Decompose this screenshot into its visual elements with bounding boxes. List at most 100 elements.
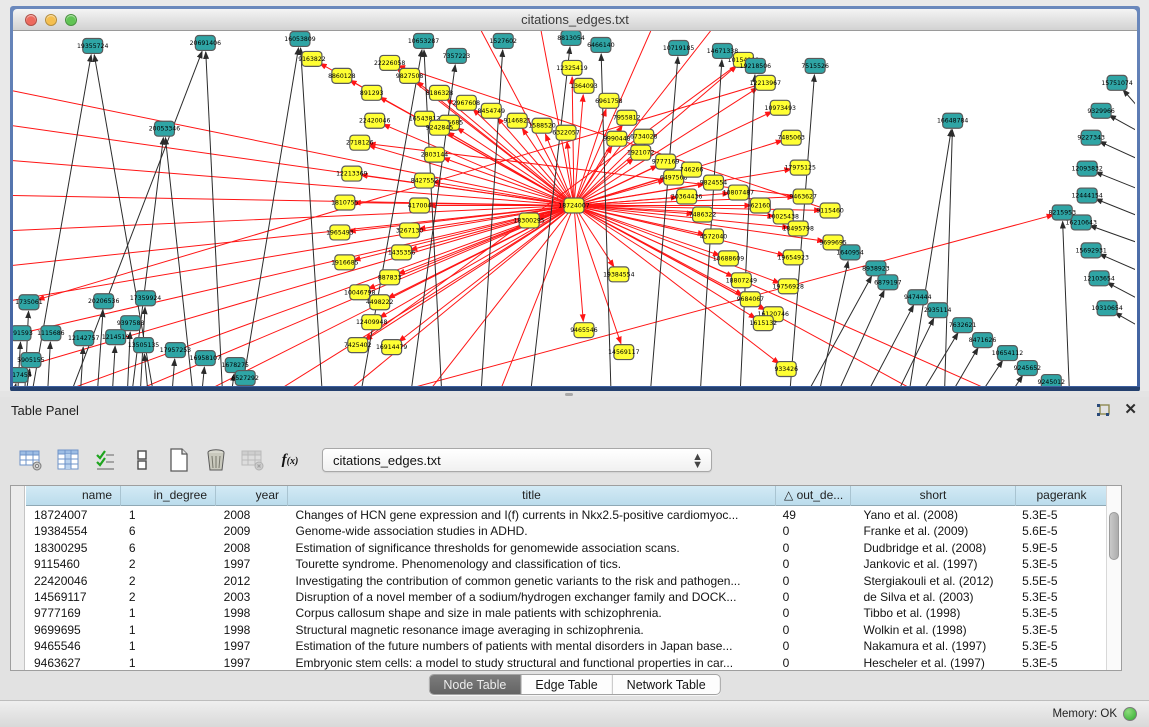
network-node[interactable]: 12444154	[1071, 188, 1102, 203]
network-node[interactable]: 1364093	[570, 78, 598, 93]
network-node[interactable]: 1640954	[836, 245, 864, 260]
column-header-name[interactable]: name	[26, 486, 121, 506]
network-node[interactable]: 12409948	[356, 315, 387, 330]
network-node[interactable]: 12142757	[68, 331, 99, 346]
network-node[interactable]: 887833	[378, 270, 402, 285]
network-node[interactable]: 16053809	[284, 31, 315, 46]
network-node[interactable]: 20206536	[88, 294, 119, 309]
network-node[interactable]: 10654112	[992, 346, 1023, 361]
network-node[interactable]: 6879197	[874, 275, 902, 290]
network-node[interactable]: 1965493	[326, 225, 354, 240]
network-node[interactable]: 17975125	[784, 160, 815, 175]
function-builder-button[interactable]: f(x)	[275, 445, 305, 475]
network-node[interactable]: 2718126	[346, 135, 374, 150]
table-select-dropdown[interactable]: citations_edges.txt ▲▼	[322, 448, 712, 472]
network-node[interactable]: 1916685	[331, 255, 359, 270]
network-node[interactable]: 17957253	[160, 343, 191, 358]
network-node[interactable]: 8417455	[13, 368, 32, 383]
network-node[interactable]: 9824554	[700, 175, 728, 190]
network-node[interactable]: 9777169	[652, 154, 680, 169]
network-node[interactable]: 7515526	[801, 58, 829, 73]
network-node[interactable]: 22226058	[374, 55, 405, 70]
column-header-title[interactable]: title	[288, 486, 776, 506]
network-node[interactable]: 7425402	[344, 338, 372, 353]
network-node[interactable]: 12093832	[1071, 161, 1102, 176]
row-mode-button[interactable]	[127, 445, 157, 475]
network-node[interactable]: 746266	[680, 162, 704, 177]
table-row[interactable]: 946554611997Estimation of the future num…	[26, 638, 1106, 654]
network-node[interactable]: 15751074	[1101, 75, 1132, 90]
network-node[interactable]: 8471626	[969, 333, 997, 348]
table-row[interactable]: 1938455462009Genome-wide association stu…	[26, 523, 1106, 539]
network-node[interactable]: 391593	[13, 326, 33, 341]
network-node[interactable]: 12103654	[1083, 271, 1114, 286]
network-node[interactable]: 7955812	[613, 110, 641, 125]
network-node[interactable]: 9827508	[396, 68, 424, 83]
network-node[interactable]: 9329966	[1087, 103, 1115, 118]
network-node[interactable]: 14569117	[608, 345, 639, 360]
network-node[interactable]: 9463627	[789, 189, 817, 204]
table-row[interactable]: 977716911998Corpus callosum shape and si…	[26, 605, 1106, 621]
network-node[interactable]: 9163822	[298, 51, 326, 66]
network-node[interactable]: 19355724	[77, 38, 108, 53]
network-node[interactable]: 8186328	[426, 85, 454, 100]
tab-network-table[interactable]: Network Table	[612, 675, 720, 694]
network-node[interactable]: 9245012	[1038, 375, 1066, 386]
column-header-in_degree[interactable]: in_degree	[121, 486, 216, 506]
network-canvas[interactable]: 1872400718300295193845549163822886012889…	[13, 31, 1137, 386]
tab-node-table[interactable]: Node Table	[429, 675, 520, 694]
network-node[interactable]: 8860128	[328, 68, 356, 83]
column-header-short[interactable]: short	[851, 486, 1016, 506]
network-node[interactable]: 9990448	[603, 131, 631, 146]
network-node[interactable]: 12213369	[336, 166, 367, 181]
network-node[interactable]: 8215953	[1049, 205, 1077, 220]
network-node[interactable]: 16914479	[376, 340, 407, 355]
network-node[interactable]: 6527292	[231, 371, 259, 386]
network-node[interactable]: 8938923	[862, 261, 890, 276]
network-node[interactable]: 10719185	[663, 40, 694, 55]
delete-table-button[interactable]	[238, 445, 268, 475]
network-node[interactable]: 9146821	[503, 113, 531, 128]
memory-status-indicator[interactable]	[1123, 707, 1137, 721]
network-node[interactable]: 6322057	[552, 125, 580, 140]
network-node[interactable]: 6961758	[595, 93, 623, 108]
network-node[interactable]: 1735061	[15, 295, 43, 310]
network-node[interactable]: 5905155	[17, 353, 45, 368]
network-node[interactable]: 9115460	[816, 203, 844, 218]
network-node[interactable]: 19756928	[773, 279, 804, 294]
network-node[interactable]: 7485063	[777, 130, 805, 145]
table-settings-button[interactable]	[16, 445, 46, 475]
network-node[interactable]: 19654923	[778, 250, 809, 265]
column-header-pagerank[interactable]: pagerank	[1016, 486, 1108, 506]
table-scrollbar[interactable]	[1106, 486, 1121, 670]
network-node[interactable]: 13505135	[128, 338, 159, 353]
network-window-titlebar[interactable]: citations_edges.txt	[13, 9, 1137, 31]
network-node[interactable]: 16648784	[937, 113, 968, 128]
column-header-out_de[interactable]: △ out_de...	[776, 486, 851, 506]
network-node[interactable]: 7486322	[689, 207, 717, 222]
network-node[interactable]: 17359924	[130, 291, 161, 306]
network-node[interactable]: 8454749	[478, 103, 506, 118]
column-visibility-button[interactable]	[53, 445, 83, 475]
network-node[interactable]: 9397588	[117, 316, 145, 331]
network-node[interactable]: 4498222	[366, 295, 394, 310]
network-node[interactable]: 1921072	[627, 145, 655, 160]
tab-edge-table[interactable]: Edge Table	[520, 675, 611, 694]
network-node[interactable]: 12325419	[556, 60, 587, 75]
network-node[interactable]: 8427552	[411, 173, 439, 188]
delete-columns-button[interactable]	[201, 445, 231, 475]
column-header-year[interactable]: year	[216, 486, 288, 506]
network-node[interactable]: 2967608	[453, 95, 481, 110]
network-node[interactable]: 6734028	[630, 129, 658, 144]
network-node[interactable]: 1435356	[388, 245, 416, 260]
network-node[interactable]: 4572040	[700, 229, 728, 244]
network-node[interactable]: 1115686	[37, 326, 65, 341]
network-node[interactable]: 933426	[774, 362, 798, 377]
select-all-button[interactable]	[90, 445, 120, 475]
network-node[interactable]: 7632621	[949, 318, 977, 333]
network-node[interactable]: 2935114	[924, 303, 952, 318]
network-node[interactable]: 1527602	[490, 33, 518, 48]
table-row[interactable]: 969969511998Structural magnetic resonanc…	[26, 622, 1106, 638]
scrollbar-thumb[interactable]	[1109, 512, 1119, 560]
network-node[interactable]: 10310654	[1091, 301, 1122, 316]
